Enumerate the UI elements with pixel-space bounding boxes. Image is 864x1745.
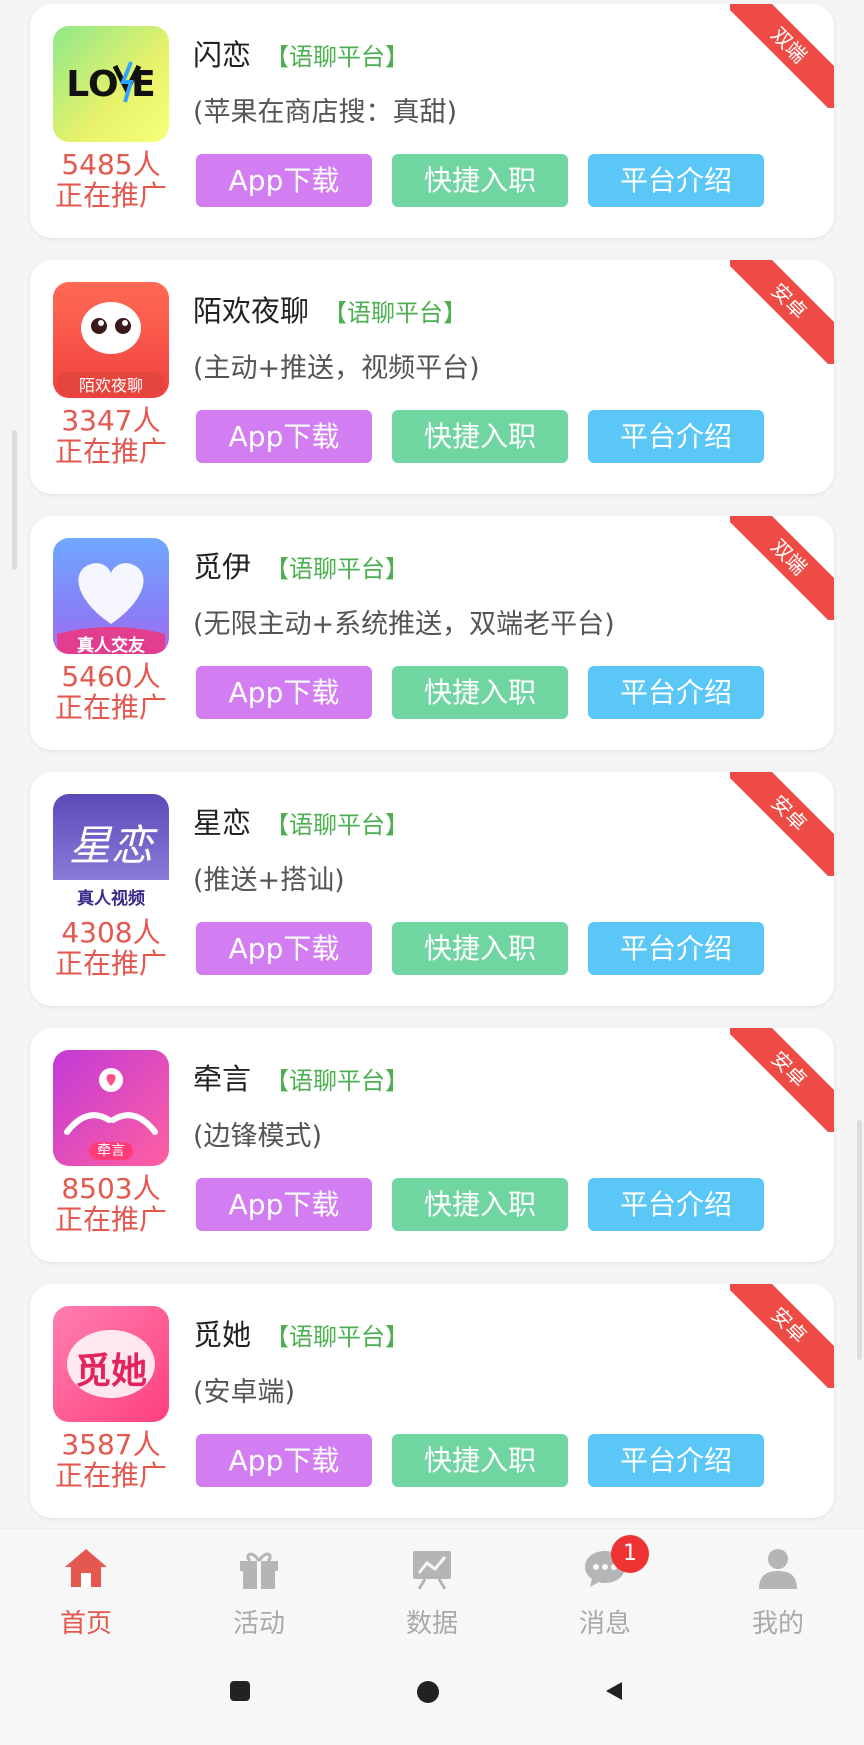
platform-name: 觅她: [193, 1318, 252, 1352]
promoter-count: 5485人 正在推广: [54, 148, 167, 212]
platform-card[interactable]: LO E 5485人 正在推广 闪恋 【语聊平台】 (苹果在商店搜：真甜) App下…: [30, 4, 834, 238]
chart-board-icon: [413, 1551, 451, 1590]
tab-data[interactable]: 数据: [372, 1543, 492, 1640]
platform-intro-button[interactable]: 平台介绍: [588, 1434, 764, 1487]
platform-desc: (无限主动+系统推送，双端老平台): [193, 609, 615, 640]
square-icon: [230, 1681, 250, 1701]
platform-name: 闪恋: [193, 38, 252, 72]
platform-card[interactable]: 真人交友 5460人 正在推广 觅伊 【语聊平台】 (无限主动+系统推送，双端老平台…: [30, 516, 834, 750]
platform-name: 星恋: [193, 806, 252, 840]
logo-label: 真人交友: [77, 636, 145, 654]
tab-label: 活动: [232, 1609, 285, 1639]
scroll-indicator: [857, 1120, 862, 1360]
platform-name: 牵言: [193, 1062, 252, 1096]
gift-icon: [240, 1552, 278, 1589]
app-download-button[interactable]: App下载: [196, 1178, 372, 1231]
tab-messages[interactable]: 1 消息: [545, 1535, 665, 1640]
platform-card[interactable]: 觅她 3587人 正在推广 觅她 【语聊平台】 (安卓端) App下载 快捷入职 平…: [30, 1284, 834, 1518]
platform-ribbon: 安卓: [730, 1028, 834, 1132]
platform-desc: (边锋模式): [193, 1121, 323, 1152]
home-nav-button[interactable]: [416, 1680, 440, 1708]
promoter-count: 3587人 正在推广: [54, 1428, 167, 1492]
platform-tag: 【语聊平台】: [265, 43, 410, 71]
app-download-button[interactable]: App下载: [196, 154, 372, 207]
platform-intro-button[interactable]: 平台介绍: [588, 922, 764, 975]
platform-desc: (安卓端): [193, 1377, 296, 1408]
app-download-button[interactable]: App下载: [196, 410, 372, 463]
platform-tag: 【语聊平台】: [265, 1067, 410, 1095]
recent-apps-button[interactable]: [229, 1680, 251, 1706]
quick-join-button[interactable]: 快捷入职: [392, 410, 568, 463]
logo-label: 陌欢夜聊: [78, 376, 143, 395]
platform-card[interactable]: 牵言 8503人 正在推广 牵言 【语聊平台】 (边锋模式) App下载 快捷入职 …: [30, 1028, 834, 1262]
scroll-indicator: [12, 430, 17, 570]
mita-logo: 觅她: [53, 1306, 169, 1422]
platform-ribbon: 安卓: [730, 1284, 834, 1388]
platform-card[interactable]: 星恋 真人视频 4308人 正在推广 星恋 【语聊平台】 (推送+搭讪) App下载…: [30, 772, 834, 1006]
system-nav-bar: [0, 1644, 864, 1745]
quick-join-button[interactable]: 快捷入职: [392, 1434, 568, 1487]
platform-intro-button[interactable]: 平台介绍: [588, 666, 764, 719]
promoter-count: 5460人 正在推广: [54, 660, 167, 724]
platform-ribbon: 安卓: [730, 260, 834, 364]
user-icon: [759, 1549, 797, 1589]
tab-label: 我的: [751, 1609, 804, 1639]
mohuan-logo: 陌欢夜聊: [53, 282, 169, 398]
tab-label: 数据: [405, 1609, 458, 1639]
platform-desc: (推送+搭讪): [193, 865, 345, 896]
tab-label: 消息: [578, 1609, 631, 1639]
app-screen: LO E 5485人 正在推广 闪恋 【语聊平台】 (苹果在商店搜：真甜) App下…: [0, 0, 864, 1745]
promoter-count: 4308人 正在推广: [54, 916, 167, 980]
quick-join-button[interactable]: 快捷入职: [392, 1178, 568, 1231]
xinglian-logo: 星恋 真人视频: [53, 794, 169, 910]
home-icon: [65, 1549, 107, 1587]
back-nav-button[interactable]: [602, 1680, 624, 1706]
logo-label: 牵言: [97, 1143, 125, 1159]
svg-text:LO E: LO E: [66, 64, 155, 105]
logo-sublabel: 真人视频: [77, 889, 145, 909]
logo-label: 星恋: [68, 821, 153, 870]
tab-mine[interactable]: 我的: [718, 1543, 838, 1640]
platform-ribbon: 安卓: [730, 772, 834, 876]
quick-join-button[interactable]: 快捷入职: [392, 922, 568, 975]
platform-intro-button[interactable]: 平台介绍: [588, 410, 764, 463]
platform-intro-button[interactable]: 平台介绍: [588, 1178, 764, 1231]
platform-ribbon: 双端: [730, 516, 834, 620]
platform-tag: 【语聊平台】: [265, 1323, 410, 1351]
platform-tag: 【语聊平台】: [265, 555, 410, 583]
app-download-button[interactable]: App下载: [196, 666, 372, 719]
platform-desc: (主动+推送，视频平台): [193, 353, 480, 384]
platform-tag: 【语聊平台】: [265, 811, 410, 839]
platform-card[interactable]: 陌欢夜聊 3347人 正在推广 陌欢夜聊 【语聊平台】 (主动+推送，视频平台) A…: [30, 260, 834, 494]
circle-icon: [417, 1681, 439, 1703]
promoter-count: 8503人 正在推广: [54, 1172, 167, 1236]
platform-tag: 【语聊平台】: [323, 299, 468, 327]
tab-activity[interactable]: 活动: [199, 1543, 319, 1640]
platform-intro-button[interactable]: 平台介绍: [588, 154, 764, 207]
tab-label: 首页: [59, 1609, 112, 1639]
qianyan-logo: 牵言: [53, 1050, 169, 1166]
promoter-count: 3347人 正在推广: [54, 404, 167, 468]
platform-name: 陌欢夜聊: [193, 294, 310, 328]
bottom-tab-bar: 首页 活动 数据 1 消息 我的: [0, 1528, 864, 1644]
miyi-logo: 真人交友: [53, 538, 169, 654]
platform-name: 觅伊: [193, 550, 252, 584]
platform-ribbon: 双端: [730, 4, 834, 108]
platform-desc: (苹果在商店搜：真甜): [193, 97, 458, 128]
tab-home[interactable]: 首页: [26, 1543, 146, 1640]
app-download-button[interactable]: App下载: [196, 1434, 372, 1487]
logo-label: 觅她: [74, 1351, 147, 1392]
back-triangle-icon: [606, 1682, 622, 1700]
app-download-button[interactable]: App下载: [196, 922, 372, 975]
love-logo: LO E: [53, 26, 169, 142]
unread-badge: 1: [611, 1535, 649, 1573]
quick-join-button[interactable]: 快捷入职: [392, 666, 568, 719]
quick-join-button[interactable]: 快捷入职: [392, 154, 568, 207]
